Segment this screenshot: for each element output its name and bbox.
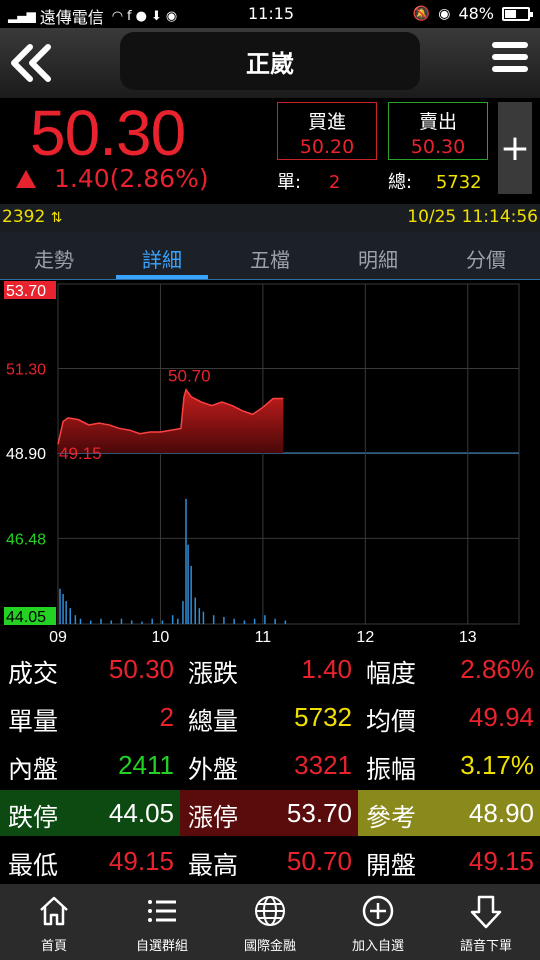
signal-icon: ▂▄▆	[8, 9, 36, 23]
x-tick-label: 11	[255, 629, 272, 644]
home-icon	[40, 896, 68, 926]
qty-label: 單:	[277, 172, 302, 193]
bottom-nav: 首頁 自選群組 國際金融 加入自選 語音下單	[0, 884, 540, 960]
clock: 11:15	[248, 4, 295, 23]
stat-inner: 內盤 2411	[8, 750, 174, 784]
chart-svg: 53.70 51.30 48.90 46.48 44.0509 10 11 12 13 50.70…	[4, 281, 520, 646]
x-tick-label: 13	[459, 629, 477, 644]
stats-row: 單量 2 總量 5732 均價 49.94	[0, 694, 540, 740]
tab-ticks[interactable]: 明細	[324, 232, 432, 279]
stats-table: 成交 50.30 漲跌 1.40 幅度 2.86% 單量 2 總量 5732 均價 49.9…	[0, 646, 540, 882]
chart-frame	[57, 283, 520, 625]
app-header: 正崴	[0, 28, 540, 98]
stats-row: 最低 49.15 最高 50.70 開盤 49.15	[0, 838, 540, 884]
nav-add-label: 加入自選	[351, 939, 404, 954]
hamburger-icon	[492, 42, 528, 48]
qty-value: 2	[328, 172, 341, 193]
sell-label: 賣出	[418, 111, 457, 133]
x-tick-label: 09	[49, 629, 67, 644]
change-value: 1.40(2.86%)	[54, 164, 209, 193]
add-button[interactable]: +	[498, 102, 532, 194]
nav-add-watchlist[interactable]: 加入自選	[324, 884, 432, 960]
info-bar: 2392 ⇅ 10/25 11:14:56	[0, 204, 540, 232]
carrier-name: 遠傳電信	[39, 8, 104, 27]
stat-change: 漲跌 1.40	[188, 654, 352, 688]
y-tick-label: 51.30	[6, 362, 46, 379]
vpn-icon: ◉	[165, 8, 178, 24]
buy-label: 買進	[307, 111, 346, 133]
stat-percent: 幅度 2.86%	[366, 654, 534, 688]
price-change: 1.40(2.86%)	[16, 164, 209, 193]
stat-open: 開盤 49.15	[366, 846, 534, 880]
wifi-icon: ◠	[111, 8, 124, 24]
double-chevron-left-icon	[11, 44, 51, 82]
battery-icon	[502, 6, 533, 21]
nav-voice-order[interactable]: 語音下單	[432, 884, 540, 960]
stat-single-volume: 單量 2	[8, 702, 174, 736]
nav-home[interactable]: 首頁	[0, 884, 108, 960]
page-title: 正崴	[120, 32, 420, 90]
download-icon: ⬇	[150, 8, 162, 24]
nav-watchlist-groups[interactable]: 自選群組	[108, 884, 216, 960]
y-tick-label: 46.48	[6, 531, 46, 548]
quote-panel: 50.30 1.40(2.86%) 買進 50.20 賣出 50.30 + 單:…	[0, 97, 540, 204]
current-price: 50.30	[30, 97, 186, 169]
y-tick-label: 44.05	[6, 609, 46, 626]
buy-price: 50.20	[299, 136, 355, 158]
stat-trade: 成交 50.30	[8, 654, 174, 688]
list-icon	[148, 900, 176, 922]
globe-icon	[255, 896, 285, 926]
buy-button[interactable]: 買進 50.20	[277, 102, 377, 160]
sell-price: 50.30	[410, 136, 466, 158]
tab-bar: 走勢 詳細 五檔 明細 分價	[0, 232, 540, 280]
tab-detail[interactable]: 詳細	[108, 232, 216, 279]
nav-voice-label: 語音下單	[459, 939, 512, 954]
x-tick-label: 10	[152, 629, 170, 644]
tab-five-levels[interactable]: 五檔	[216, 232, 324, 279]
x-tick-label: 12	[356, 629, 374, 644]
stats-row: 內盤 2411 外盤 3321 振幅 3.17%	[0, 742, 540, 788]
status-bar: ▂▄▆ 遠傳電信 ◠ f ● ⬇ ◉ 11:15 🔕 ◉ 48%	[0, 0, 540, 28]
updown-arrow-icon: ⇅	[50, 210, 63, 226]
stat-amplitude: 振幅 3.17%	[366, 750, 534, 784]
stat-average: 均價 49.94	[366, 702, 534, 736]
chart-annotation: 50.70	[168, 367, 211, 386]
back-button[interactable]	[6, 38, 56, 88]
tab-trend[interactable]: 走勢	[0, 232, 108, 279]
eye-icon: ◉	[438, 5, 451, 22]
sell-button[interactable]: 賣出 50.30	[388, 102, 488, 160]
facebook-icon: f	[127, 8, 132, 24]
carrier-area: ▂▄▆ 遠傳電信 ◠ f ● ⬇ ◉	[8, 4, 177, 28]
stat-total-volume: 總量 5732	[188, 702, 352, 736]
add-circle-icon	[362, 895, 394, 927]
stat-high: 最高 50.70	[188, 846, 352, 880]
total-label: 總:	[388, 172, 413, 193]
nav-global-finance[interactable]: 國際金融	[216, 884, 324, 960]
stats-row: 跌停 44.05 漲停 53.70 參考 48.90	[0, 790, 540, 836]
nav-home-label: 首頁	[40, 939, 67, 954]
stat-limit-up: 漲停 53.70	[180, 790, 358, 836]
total-value: 5732	[435, 172, 482, 193]
update-datetime: 10/25 11:14:56	[407, 207, 538, 227]
stats-row: 成交 50.30 漲跌 1.40 幅度 2.86%	[0, 646, 540, 692]
volume-value: 2392	[2, 207, 46, 227]
y-tick-label: 48.90	[6, 446, 46, 463]
battery-percent: 48%	[458, 4, 494, 23]
chat-icon: ●	[135, 8, 147, 24]
mute-icon: 🔕	[412, 5, 431, 22]
y-tick-label: 53.70	[6, 283, 46, 300]
menu-button[interactable]	[492, 42, 528, 82]
intraday-chart[interactable]: 53.70 51.30 48.90 46.48 44.05 09 10 11 12 13 50.70…	[0, 280, 540, 646]
nav-global-label: 國際金融	[243, 939, 296, 954]
stat-low: 最低 49.15	[8, 846, 174, 880]
arrow-down-icon	[470, 895, 502, 929]
chart-annotation: 49.15	[59, 444, 102, 463]
stat-outer: 外盤 3321	[188, 750, 352, 784]
nav-watchlist-label: 自選群組	[135, 939, 188, 954]
tab-price-volume[interactable]: 分價	[432, 232, 540, 279]
stat-reference: 參考 48.90	[358, 790, 540, 836]
stat-limit-down: 跌停 44.05	[0, 790, 180, 836]
up-arrow-icon	[16, 169, 36, 188]
